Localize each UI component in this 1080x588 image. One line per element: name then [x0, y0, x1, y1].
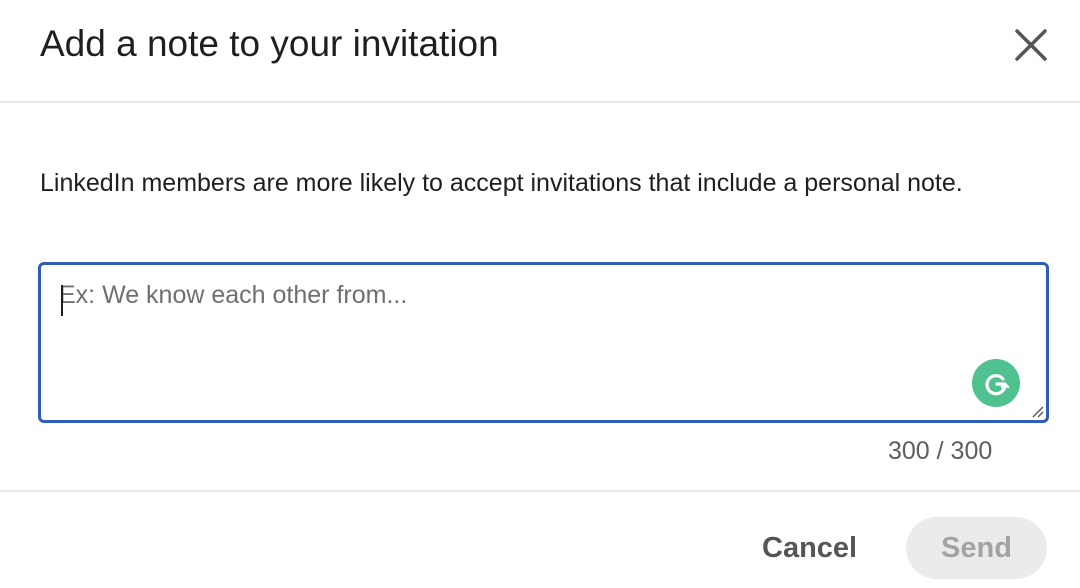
grammarly-icon [985, 374, 1010, 396]
dialog-description: LinkedIn members are more likely to acce… [40, 169, 963, 197]
text-caret [61, 285, 63, 316]
note-textarea[interactable] [41, 265, 1046, 420]
dialog-header: Add a note to your invitation [0, 0, 1080, 103]
cancel-button[interactable]: Cancel [744, 517, 875, 579]
dialog-footer: Cancel Send [0, 490, 1080, 588]
close-button[interactable] [1008, 22, 1054, 68]
character-counter: 300 / 300 [888, 437, 993, 465]
note-field-container [38, 262, 1049, 423]
dialog-title: Add a note to your invitation [40, 23, 499, 64]
grammarly-button[interactable] [972, 359, 1020, 407]
close-icon [1015, 29, 1047, 61]
resize-handle-icon[interactable] [1030, 404, 1044, 418]
send-button[interactable]: Send [906, 517, 1047, 579]
